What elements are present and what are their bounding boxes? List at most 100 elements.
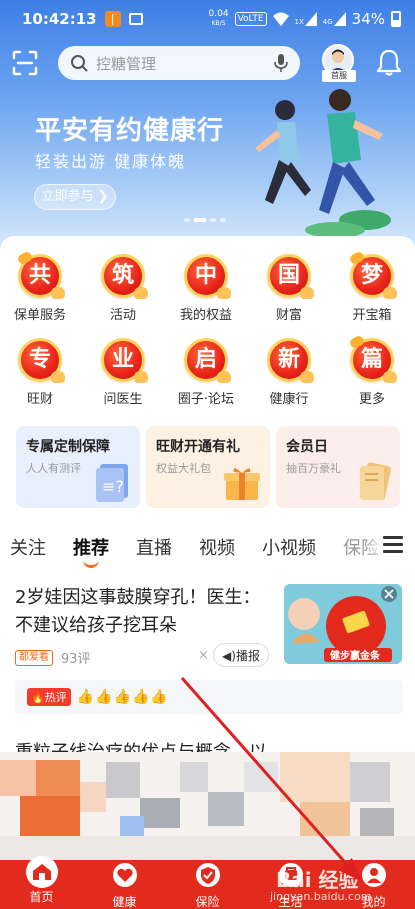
net-speed: 0.04 KB/S bbox=[209, 10, 229, 28]
grid-item-ask-doctor[interactable]: 业 问医生 bbox=[83, 338, 163, 407]
baidu-watermark: Bai 经验 bbox=[276, 868, 359, 892]
shield-icon bbox=[195, 863, 220, 887]
document-icon: ≡? bbox=[96, 464, 128, 502]
gift-box-icon bbox=[224, 468, 260, 500]
nav-label: 保险 bbox=[195, 895, 220, 909]
carousel-dot-active bbox=[194, 218, 206, 222]
activity-icon: 筑 bbox=[101, 254, 148, 299]
more-icon: 篇 bbox=[348, 334, 397, 383]
grid-glyph: 梦 bbox=[360, 263, 383, 288]
grid-item-policy-service[interactable]: 共 保单服务 bbox=[0, 250, 80, 323]
promo-card-member-day[interactable]: 会员日 抽百万豪礼 bbox=[276, 426, 400, 508]
promo-card-wangcai-gift[interactable]: 旺财开通有礼 权益大礼包 bbox=[146, 426, 270, 508]
app-notification-icon: | bbox=[104, 11, 121, 27]
grid-glyph: 中 bbox=[194, 263, 217, 288]
status-bar: 10:42:13 | 0.04 KB/S VoLTE 1X 4G 34% bbox=[0, 0, 415, 38]
article-thumbnail[interactable]: 健步赢金条 bbox=[284, 584, 402, 664]
nav-label: 首页 bbox=[29, 890, 54, 904]
grid-glyph: 启 bbox=[194, 347, 217, 372]
grid-item-my-benefits[interactable]: 中 我的权益 bbox=[166, 254, 246, 323]
grid-glyph: 专 bbox=[28, 347, 51, 372]
article-meta: 都爱看 93评 bbox=[15, 648, 91, 667]
promo-card-title: 专属定制保障 bbox=[26, 439, 110, 455]
promo-card-custom-coverage[interactable]: 专属定制保障 人人有测评 ≡? bbox=[16, 426, 140, 508]
grid-glyph: 业 bbox=[111, 347, 134, 372]
forum-icon: 启 bbox=[184, 338, 231, 383]
article-title[interactable]: 2岁娃因这事鼓膜穿孔！医生：不建议给孩子挖耳朵 bbox=[15, 584, 265, 640]
comment-count: 93评 bbox=[61, 652, 91, 667]
grid-glyph: 共 bbox=[28, 263, 51, 288]
grid-item-forum[interactable]: 启 圈子·论坛 bbox=[166, 338, 246, 407]
search-placeholder: 控糖管理 bbox=[96, 54, 157, 73]
ask-doctor-icon: 业 bbox=[101, 338, 148, 383]
grid-item-wealth[interactable]: 国 财富 bbox=[249, 254, 329, 323]
tab-video[interactable]: 视频 bbox=[199, 534, 235, 560]
grid-glyph: 筑 bbox=[111, 263, 134, 288]
grid-item-more[interactable]: 篇 更多 bbox=[332, 334, 412, 407]
hero-title: 平安有约健康行 bbox=[35, 116, 225, 146]
promo-cards: 专属定制保障 人人有测评 ≡? 旺财开通有礼 权益大礼包 会员日 抽百万豪礼 bbox=[16, 426, 400, 508]
grid-label: 财富 bbox=[275, 308, 302, 323]
user-icon bbox=[361, 863, 386, 887]
battery-icon bbox=[391, 11, 401, 27]
status-time: 10:42:13 bbox=[22, 10, 97, 28]
grid-item-wangcai[interactable]: 专 旺财 bbox=[0, 338, 80, 407]
grid-label: 开宝箱 bbox=[352, 308, 392, 323]
tab-short-video[interactable]: 小视频 bbox=[262, 534, 316, 560]
bell-icon[interactable] bbox=[376, 48, 402, 76]
grid-item-open-chest[interactable]: 梦 开宝箱 bbox=[332, 250, 412, 323]
signal-2-label: 4G bbox=[322, 18, 333, 26]
health-walk-icon: 新 bbox=[267, 338, 314, 383]
net-speed-unit: KB/S bbox=[211, 20, 226, 27]
wealth-icon: 国 bbox=[267, 254, 314, 299]
grid-label: 旺财 bbox=[26, 392, 53, 407]
grid-label: 活动 bbox=[109, 308, 136, 323]
open-chest-icon: 梦 bbox=[348, 250, 397, 299]
heart-icon bbox=[112, 863, 137, 887]
thumb-caption: 健步赢金条 bbox=[330, 649, 381, 662]
my-benefits-icon: 中 bbox=[184, 254, 231, 299]
menu-icon[interactable] bbox=[383, 536, 403, 554]
listen-button[interactable]: ◀)播报 bbox=[213, 643, 269, 667]
grid-glyph: 新 bbox=[277, 347, 300, 372]
wifi-icon bbox=[272, 12, 289, 26]
image-notification-icon bbox=[128, 13, 143, 25]
scan-icon[interactable] bbox=[12, 50, 38, 76]
feed-tabs: 关注 推荐 直播 视频 小视频 保险 bbox=[0, 530, 415, 568]
microphone-icon[interactable] bbox=[274, 53, 288, 73]
nav-label: 健康 bbox=[112, 895, 137, 909]
tab-recommend[interactable]: 推荐 bbox=[73, 534, 109, 568]
carousel-dot bbox=[184, 218, 190, 222]
avatar-tag: 首服 bbox=[322, 70, 356, 82]
grid-label: 圈子·论坛 bbox=[177, 392, 235, 407]
promo-card-title: 会员日 bbox=[286, 439, 328, 455]
tab-live[interactable]: 直播 bbox=[136, 534, 172, 560]
net-speed-value: 0.04 bbox=[208, 9, 229, 19]
baidu-watermark-url: jingyan.baidu.com bbox=[270, 890, 372, 903]
tab-insurance[interactable]: 保险 bbox=[343, 534, 379, 560]
blurred-content bbox=[0, 752, 415, 860]
grid-label: 我的权益 bbox=[179, 308, 232, 323]
grid-item-activity[interactable]: 筑 活动 bbox=[83, 254, 163, 323]
grid-glyph: 国 bbox=[277, 263, 300, 288]
grid-item-health-walk[interactable]: 新 健康行 bbox=[249, 338, 329, 407]
promo-card-title: 旺财开通有礼 bbox=[156, 439, 240, 455]
grid-label: 问医生 bbox=[103, 392, 143, 407]
signal-2-icon: 4G bbox=[323, 12, 346, 26]
svg-text:≡?: ≡? bbox=[102, 477, 124, 496]
dismiss-icon[interactable]: × bbox=[198, 648, 209, 663]
grid-glyph: 篇 bbox=[360, 347, 383, 372]
hot-comment-bar[interactable]: 🔥热评 👍👍👍👍👍 bbox=[15, 680, 403, 714]
nav-health[interactable]: 健康 bbox=[83, 860, 166, 909]
tab-follow[interactable]: 关注 bbox=[10, 534, 46, 560]
nav-insurance[interactable]: 保险 bbox=[166, 860, 249, 909]
hero-cta-button[interactable]: 立即参与 ❯ bbox=[34, 184, 116, 210]
search-bar[interactable]: 控糖管理 bbox=[58, 46, 300, 80]
runners-illustration bbox=[255, 89, 391, 238]
nav-home[interactable]: 首页 bbox=[0, 856, 83, 909]
hero-subtitle: 轻装出游 健康体魄 bbox=[35, 152, 187, 171]
hot-comment-badge: 🔥热评 bbox=[27, 688, 71, 706]
grid-label: 更多 bbox=[358, 392, 385, 407]
home-icon bbox=[25, 856, 58, 888]
volte-icon: VoLTE bbox=[234, 12, 267, 26]
